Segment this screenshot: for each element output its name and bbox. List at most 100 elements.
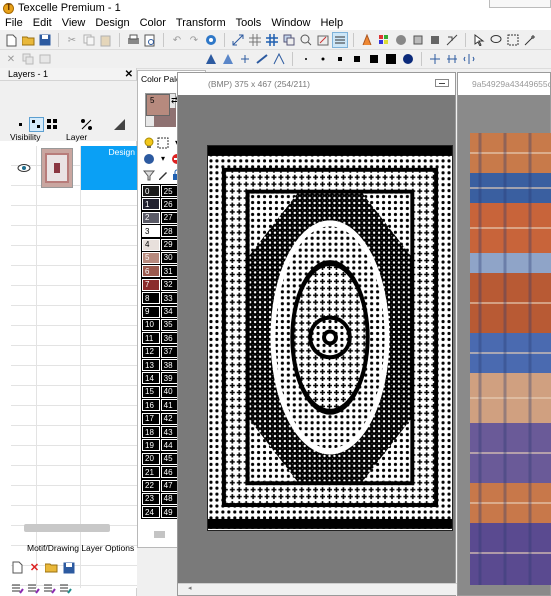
color-cell[interactable]: 41 [159, 398, 180, 413]
color-cell[interactable]: 20 [141, 451, 161, 466]
horizontal-scrollbar[interactable]: ◂ [178, 583, 457, 595]
color-cell[interactable]: 21 [141, 465, 161, 480]
eye-icon[interactable] [17, 162, 31, 174]
new-file-icon[interactable] [4, 33, 18, 47]
brush-3px-icon[interactable] [333, 52, 347, 66]
mirror-icon[interactable] [445, 33, 459, 47]
color-cell[interactable]: 24 [141, 505, 161, 520]
stamp-icon[interactable] [411, 33, 425, 47]
refresh-icon[interactable] [204, 33, 218, 47]
color-cell[interactable]: 33 [159, 291, 180, 306]
delete-layer-icon[interactable]: ✕ [28, 561, 41, 574]
color-cell[interactable]: 27 [159, 210, 180, 225]
color-cell[interactable]: 6 [141, 264, 161, 279]
color-cell[interactable]: 35 [159, 317, 180, 332]
dropdown-arrow-icon[interactable]: ▾ [157, 153, 169, 165]
color-cell[interactable]: 0 [141, 184, 161, 198]
distribute-icon[interactable] [445, 52, 459, 66]
color-cell[interactable]: 16 [141, 398, 161, 413]
rect-select-icon[interactable] [506, 33, 520, 47]
color-cell[interactable]: 22 [141, 478, 161, 493]
menu-transform[interactable]: Transform [171, 17, 231, 29]
window-controls[interactable] [489, 0, 551, 8]
brush-5px-icon[interactable] [367, 52, 381, 66]
pencil-icon[interactable] [157, 169, 169, 181]
select-color-icon[interactable] [157, 137, 169, 149]
bulb-icon[interactable] [143, 137, 155, 149]
color-cell[interactable]: 44 [159, 438, 180, 453]
active-tool-icon[interactable] [332, 32, 348, 48]
color-cell[interactable]: 30 [159, 250, 180, 265]
new-layer-icon[interactable] [11, 561, 24, 574]
menu-view[interactable]: View [57, 17, 91, 29]
layer-edit-3-icon[interactable] [43, 582, 56, 595]
copy-icon[interactable] [82, 33, 96, 47]
print-icon[interactable] [126, 33, 140, 47]
color-cell[interactable]: 14 [141, 371, 161, 386]
brush-1px-icon[interactable] [299, 52, 313, 66]
brush-2px-icon[interactable] [316, 52, 330, 66]
layer-edit-2-icon[interactable] [27, 582, 40, 595]
layer-edit-1-icon[interactable] [11, 582, 24, 595]
view-small-icon[interactable] [29, 117, 44, 132]
rotate-icon[interactable] [255, 52, 269, 66]
align-center-icon[interactable] [221, 52, 235, 66]
menu-help[interactable]: Help [315, 17, 348, 29]
color-cell[interactable]: 28 [159, 224, 180, 239]
color-cell[interactable]: 15 [141, 384, 161, 399]
color-cell[interactable]: 2 [141, 210, 161, 225]
color-cell[interactable]: 45 [159, 451, 180, 466]
duplicate-icon[interactable] [21, 52, 35, 66]
color-cell[interactable]: 32 [159, 277, 180, 292]
color-cell[interactable]: 18 [141, 425, 161, 440]
edit-image-icon[interactable] [316, 33, 330, 47]
view-grid-icon[interactable] [46, 118, 59, 131]
layer-name-cell[interactable]: Design [81, 146, 137, 190]
color-cell[interactable]: 25 [159, 184, 180, 198]
color-cell[interactable]: 4 [141, 237, 161, 252]
color-cell[interactable]: 17 [141, 411, 161, 426]
color-cell[interactable]: 42 [159, 411, 180, 426]
color-cell[interactable]: 23 [141, 491, 161, 506]
color-cell[interactable]: 10 [141, 317, 161, 332]
palette-icon[interactable] [377, 33, 391, 47]
color-cell[interactable]: 19 [141, 438, 161, 453]
minimize-icon[interactable] [435, 79, 449, 87]
grid-blue-icon[interactable] [265, 33, 279, 47]
color-cell[interactable]: 36 [159, 331, 180, 346]
menu-tools[interactable]: Tools [231, 17, 267, 29]
color-cell[interactable]: 48 [159, 491, 180, 506]
color-cell[interactable]: 12 [141, 344, 161, 359]
funnel-icon[interactable] [143, 169, 155, 181]
color-cell[interactable]: 38 [159, 358, 180, 373]
color-cell[interactable]: 49 [159, 505, 180, 520]
horizontal-scrollbar[interactable] [24, 524, 110, 532]
color-cell[interactable]: 7 [141, 277, 161, 292]
layer-percent-icon[interactable] [80, 118, 93, 131]
menu-color[interactable]: Color [135, 17, 171, 29]
color-cell[interactable]: 40 [159, 384, 180, 399]
color-cell[interactable]: 13 [141, 358, 161, 373]
color-replace-icon[interactable] [143, 153, 155, 165]
color-cell[interactable]: 5 [141, 250, 161, 265]
spacing-icon[interactable] [462, 52, 476, 66]
magic-wand-icon[interactable] [523, 33, 537, 47]
color-cell[interactable]: 37 [159, 344, 180, 359]
brush-6px-icon[interactable] [384, 52, 398, 66]
layers-icon[interactable] [282, 33, 296, 47]
view-single-icon[interactable] [14, 118, 27, 131]
open-folder-icon[interactable] [21, 33, 35, 47]
paste-icon[interactable] [99, 33, 113, 47]
color-cell[interactable]: 31 [159, 264, 180, 279]
lasso-icon[interactable] [489, 33, 503, 47]
layer-edit-4-icon[interactable] [59, 582, 72, 595]
color-cell[interactable]: 47 [159, 478, 180, 493]
print-preview-icon[interactable] [143, 33, 157, 47]
crop-icon[interactable] [428, 33, 442, 47]
brush-4px-icon[interactable] [350, 52, 364, 66]
save-icon[interactable] [38, 33, 52, 47]
color-cell[interactable]: 3 [141, 224, 161, 239]
color-cell[interactable]: 26 [159, 197, 180, 212]
design-canvas[interactable] [207, 145, 453, 531]
foreground-color[interactable]: 5 [146, 94, 170, 116]
